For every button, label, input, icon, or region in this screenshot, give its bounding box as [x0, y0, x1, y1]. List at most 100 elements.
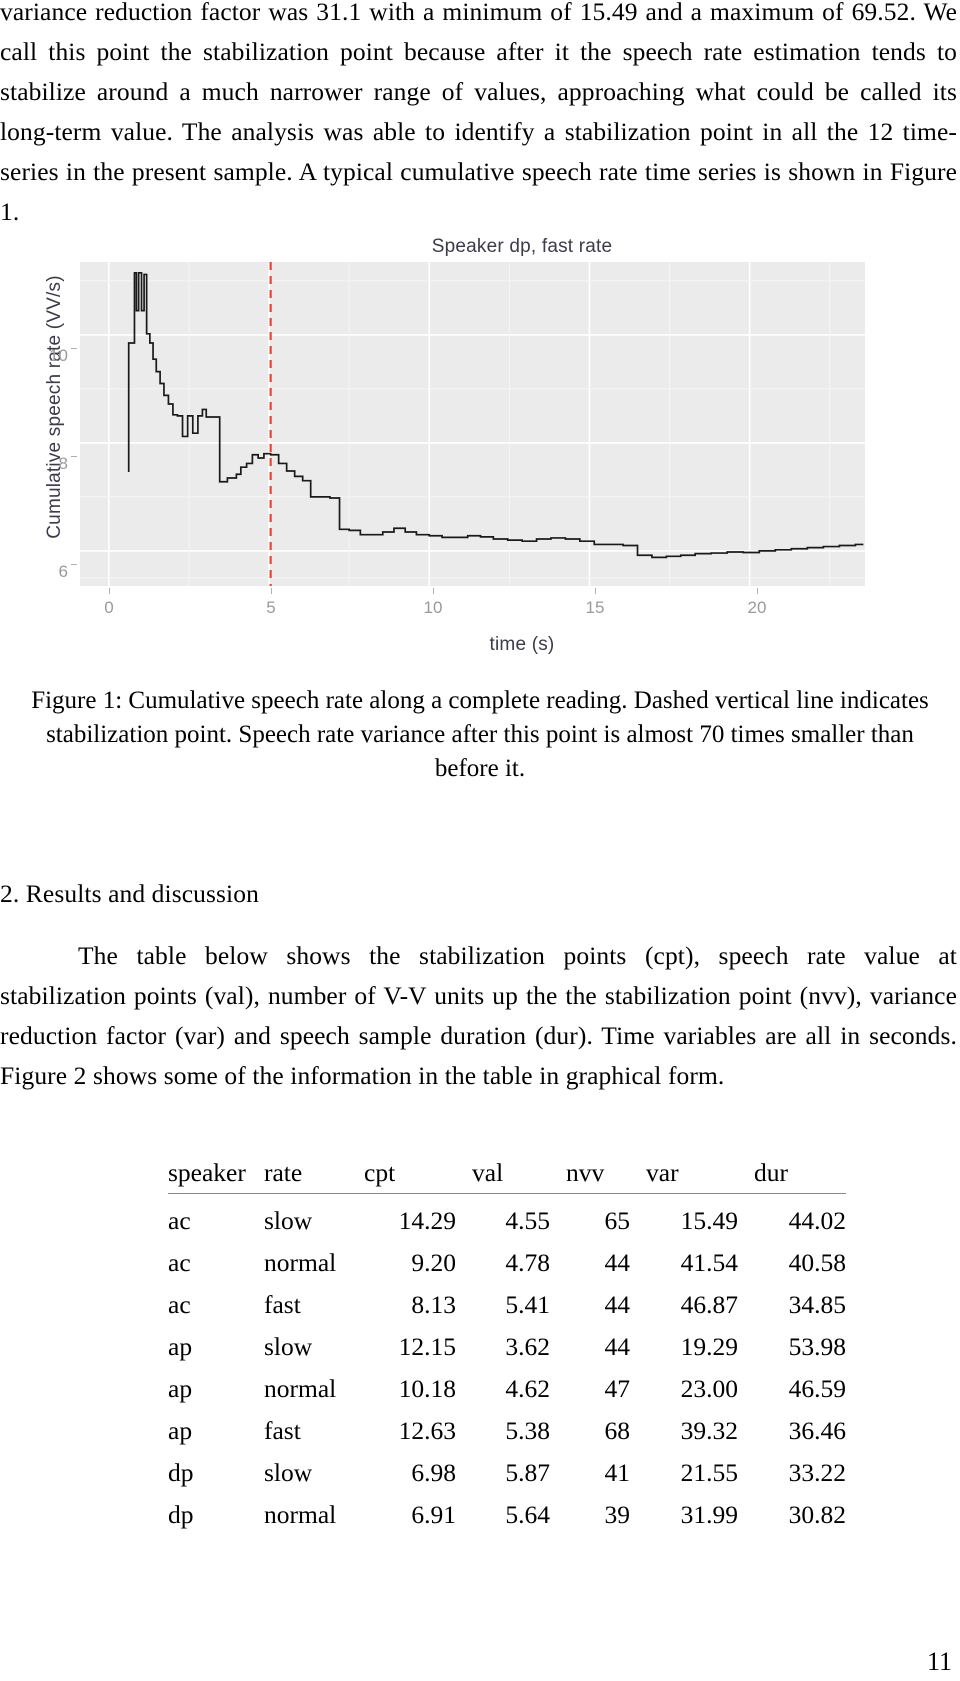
table-cell-val: 5.64 — [505, 1500, 550, 1529]
table-row: dp normal 6.91 5.64 39 31.99 30.82 — [168, 1494, 846, 1536]
document-page: variance reduction factor was 31.1 with … — [0, 0, 960, 1681]
paragraph-results: The table below shows the stabilization … — [0, 936, 957, 1096]
chart-svg — [80, 262, 865, 586]
table-cell-dur: 33.22 — [788, 1458, 846, 1487]
table-header-nvv: nvv — [566, 1158, 646, 1194]
table-cell-speaker: dp — [168, 1458, 194, 1487]
paragraph-results-text: The table below shows the stabilization … — [0, 941, 957, 1090]
table-cell-val: 3.62 — [505, 1332, 550, 1361]
page-number: 11 — [926, 1647, 952, 1676]
table-cell-cpt: 6.98 — [411, 1458, 456, 1487]
chart-title: Speaker dp, fast rate — [431, 236, 613, 257]
table-cell-speaker: ac — [168, 1290, 191, 1319]
table-cell-var: 46.87 — [680, 1290, 738, 1319]
table-cell-cpt: 14.29 — [398, 1206, 456, 1235]
table-cell-nvv: 39 — [604, 1500, 631, 1529]
table-header-rate: rate — [264, 1158, 364, 1194]
table-cell-cpt: 9.20 — [411, 1248, 456, 1277]
table-cell-speaker: ap — [168, 1332, 193, 1361]
results-table: speaker rate cpt val nvv var dur ac slow 1… — [168, 1158, 846, 1536]
chart-series-line — [127, 271, 864, 559]
table-cell-val: 5.38 — [505, 1416, 550, 1445]
table-row: ap fast 12.63 5.38 68 39.32 36.46 — [168, 1410, 846, 1452]
table-cell-var: 19.29 — [680, 1332, 738, 1361]
table-cell-var: 23.00 — [680, 1374, 738, 1403]
table-cell-nvv: 65 — [604, 1206, 631, 1235]
chart-x-tick-5: 5 — [266, 598, 276, 617]
table-cell-val: 5.41 — [505, 1290, 550, 1319]
chart-y-axis-label: Cumulative speech rate (VV/s) — [44, 275, 65, 539]
chart-x-tick-15: 15 — [585, 598, 605, 617]
table-cell-val: 5.87 — [505, 1458, 550, 1487]
table-cell-nvv: 44 — [604, 1290, 631, 1319]
table-cell-nvv: 44 — [604, 1248, 631, 1277]
table-cell-var: 41.54 — [680, 1248, 738, 1277]
table-cell-val: 4.62 — [505, 1374, 550, 1403]
chart-x-axis-label: time (s) — [489, 634, 555, 655]
chart-plot-area — [80, 262, 865, 586]
table-cell-cpt: 12.63 — [398, 1416, 456, 1445]
chart-x-tick-20: 20 — [747, 598, 767, 617]
table-cell-var: 39.32 — [680, 1416, 738, 1445]
table-cell-speaker: ap — [168, 1416, 193, 1445]
table-cell-rate: slow — [264, 1206, 313, 1235]
table-cell-cpt: 6.91 — [411, 1500, 456, 1529]
table-cell-rate: slow — [264, 1332, 313, 1361]
table-cell-nvv: 68 — [604, 1416, 631, 1445]
table-cell-speaker: ap — [168, 1374, 193, 1403]
chart-y-tick-8: 8 — [32, 454, 77, 474]
section-heading-results: 2. Results and discussion — [0, 879, 259, 908]
chart-x-tickmark-20 — [757, 588, 758, 594]
table-row: ap slow 12.15 3.62 44 19.29 53.98 — [168, 1326, 846, 1368]
chart-x-tickmark-10 — [433, 588, 434, 594]
table-row: ac normal 9.20 4.78 44 41.54 40.58 — [168, 1242, 846, 1284]
table-cell-dur: 44.02 — [788, 1206, 846, 1235]
table-cell-dur: 30.82 — [788, 1500, 846, 1529]
chart-y-tick-10: 10 — [32, 346, 77, 366]
table-cell-rate: normal — [264, 1248, 337, 1277]
table-cell-rate: normal — [264, 1374, 337, 1403]
table-header-dur: dur — [754, 1158, 846, 1194]
table-cell-dur: 40.58 — [788, 1248, 846, 1277]
figure-1: Speaker dp, fast rate Cumulative speech … — [22, 236, 878, 668]
table-cell-nvv: 41 — [604, 1458, 631, 1487]
table-cell-val: 4.55 — [505, 1206, 550, 1235]
table-header-var: var — [646, 1158, 754, 1194]
table-cell-dur: 46.59 — [788, 1374, 846, 1403]
table-cell-speaker: ac — [168, 1206, 191, 1235]
chart-y-tick-6: 6 — [32, 562, 77, 582]
table-cell-rate: fast — [264, 1416, 301, 1445]
table-body: ac slow 14.29 4.55 65 15.49 44.02 ac normal 9.20 4… — [168, 1194, 846, 1537]
table-cell-cpt: 12.15 — [398, 1332, 456, 1361]
table-header-speaker: speaker — [168, 1158, 264, 1194]
table-header-val: val — [472, 1158, 566, 1194]
chart-x-tickmark-5 — [271, 588, 272, 594]
table-row: ac slow 14.29 4.55 65 15.49 44.02 — [168, 1194, 846, 1243]
table-cell-dur: 34.85 — [788, 1290, 846, 1319]
table-cell-nvv: 47 — [604, 1374, 631, 1403]
chart-x-tick-0: 0 — [104, 598, 114, 617]
table-cell-speaker: ac — [168, 1248, 191, 1277]
table-cell-dur: 53.98 — [788, 1332, 846, 1361]
table-row: ap normal 10.18 4.62 47 23.00 46.59 — [168, 1368, 846, 1410]
chart-x-tick-10: 10 — [423, 598, 443, 617]
figure-1-caption: Figure 1: Cumulative speech rate along a… — [31, 687, 929, 782]
table-cell-rate: slow — [264, 1458, 313, 1487]
table-header-cpt: cpt — [364, 1158, 472, 1194]
chart-x-tickmark-15 — [595, 588, 596, 594]
chart-x-tickmark-0 — [109, 588, 110, 594]
paragraph-continued: variance reduction factor was 31.1 with … — [0, 0, 957, 226]
table-cell-cpt: 10.18 — [398, 1374, 456, 1403]
table-cell-rate: fast — [264, 1290, 301, 1319]
table-cell-dur: 36.46 — [788, 1416, 846, 1445]
table-cell-cpt: 8.13 — [411, 1290, 456, 1319]
table-cell-var: 15.49 — [680, 1206, 738, 1235]
table-header-row: speaker rate cpt val nvv var dur — [168, 1158, 846, 1194]
table-row: ac fast 8.13 5.41 44 46.87 34.85 — [168, 1284, 846, 1326]
table-cell-rate: normal — [264, 1500, 337, 1529]
table-row: dp slow 6.98 5.87 41 21.55 33.22 — [168, 1452, 846, 1494]
table-cell-speaker: dp — [168, 1500, 194, 1529]
table-cell-var: 21.55 — [680, 1458, 738, 1487]
table-cell-var: 31.99 — [680, 1500, 738, 1529]
table-cell-val: 4.78 — [505, 1248, 550, 1277]
